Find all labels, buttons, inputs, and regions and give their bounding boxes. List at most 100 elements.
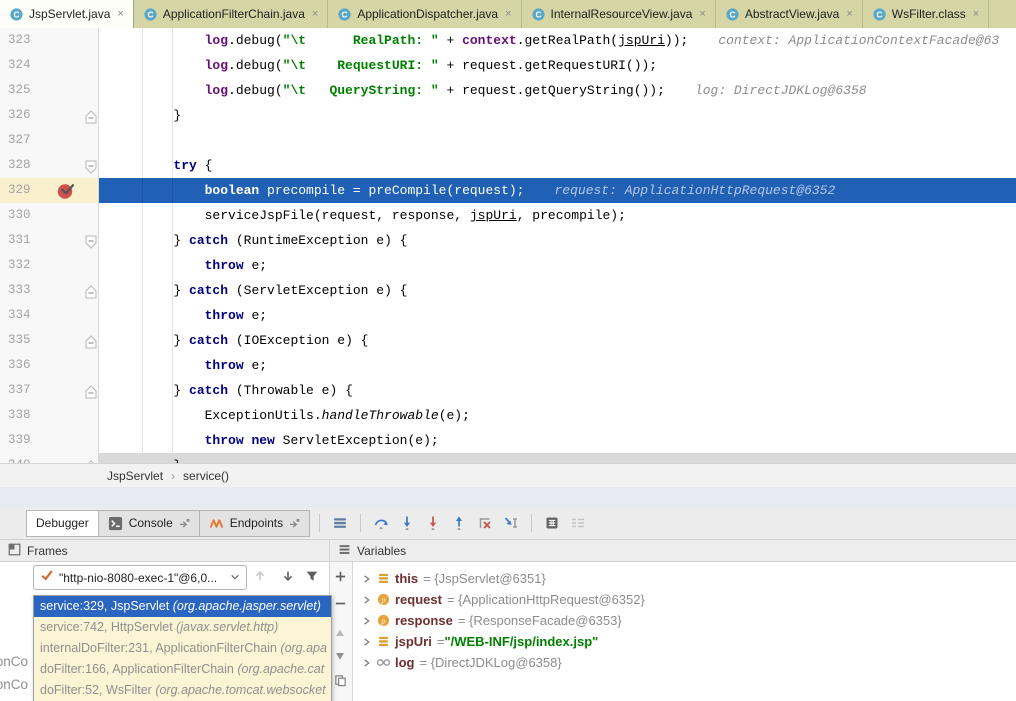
- float-window-icon[interactable]: [179, 518, 190, 529]
- stack-frame-row[interactable]: service:742, HttpServlet (javax.servlet.…: [34, 617, 331, 638]
- step-out-icon[interactable]: [451, 515, 467, 531]
- editor-tab[interactable]: CInternalResourceView.java×: [522, 0, 716, 28]
- line-number: 324: [8, 53, 31, 78]
- tree-chevron-icon[interactable]: [358, 637, 374, 647]
- variable-row[interactable]: this= {JspServlet@6351}: [354, 568, 1016, 589]
- code-line: 336 throw e;: [0, 353, 1016, 378]
- evaluate-expression-icon[interactable]: [544, 515, 560, 531]
- svg-text:C: C: [876, 9, 882, 19]
- parameter-icon: p: [374, 614, 392, 627]
- step-into-icon[interactable]: [399, 515, 415, 531]
- add-watch-button[interactable]: [334, 570, 348, 584]
- frames-panel-header: Frames: [0, 540, 330, 562]
- editor-tab[interactable]: C WsFilter.class ×: [863, 0, 989, 28]
- debugger-inline-hint: log: DirectJDKLog@6358: [695, 83, 867, 98]
- line-number: 336: [8, 353, 31, 378]
- close-tab-icon[interactable]: ×: [846, 8, 852, 20]
- gutter: 334: [0, 303, 99, 328]
- debug-tab-label: Endpoints: [230, 516, 283, 530]
- close-tab-icon[interactable]: ×: [973, 8, 979, 20]
- code-editor[interactable]: 323 log.debug("\t RealPath: " + context.…: [0, 28, 1016, 463]
- svg-text:p: p: [380, 595, 385, 604]
- field-icon: [374, 635, 392, 648]
- breadcrumb-class[interactable]: JspServlet: [107, 469, 163, 483]
- editor-tab-label: WsFilter.class: [892, 7, 966, 21]
- gutter: 333: [0, 278, 99, 303]
- editor-tab-label: JspServlet.java: [29, 7, 110, 21]
- stack-frame-row[interactable]: service:329, JspServlet (org.apache.jasp…: [34, 596, 331, 617]
- remove-watch-button[interactable]: [334, 597, 348, 611]
- force-step-into-icon[interactable]: [425, 515, 441, 531]
- code-lines: 323 log.debug("\t RealPath: " + context.…: [0, 28, 1016, 463]
- close-tab-icon[interactable]: ×: [505, 8, 511, 20]
- line-number: 329: [8, 178, 31, 203]
- run-to-cursor-icon[interactable]: [503, 515, 519, 531]
- tree-chevron-icon[interactable]: [358, 595, 374, 605]
- code-line: 337 } catch (Throwable e) {: [0, 378, 1016, 403]
- debug-panel-body: "http-nio-8080-exec-1"@6,0... service:32…: [0, 562, 1016, 701]
- code-text: } catch (Throwable e) {: [99, 378, 1016, 403]
- oo-icon: [374, 657, 392, 668]
- console-icon: [108, 516, 123, 531]
- gutter: 330: [0, 203, 99, 228]
- duplicate-watch-button[interactable]: [334, 674, 348, 688]
- gutter: 338: [0, 403, 99, 428]
- editor-tab-label: ApplicationDispatcher.java: [357, 7, 498, 21]
- code-line: 328 try {: [0, 153, 1016, 178]
- restore-layout-icon[interactable]: [570, 515, 586, 531]
- tree-chevron-icon[interactable]: [358, 574, 374, 584]
- code-text: throw e;: [99, 303, 1016, 328]
- class-icon: C: [531, 7, 546, 22]
- frame-up-button[interactable]: [253, 569, 269, 585]
- code-line: 334 throw e;: [0, 303, 1016, 328]
- close-tab-icon[interactable]: ×: [699, 8, 705, 20]
- step-over-icon[interactable]: [373, 515, 389, 531]
- variable-row[interactable]: jspUri= "/WEB-INF/jsp/index.jsp": [354, 631, 1016, 652]
- float-window-icon[interactable]: [289, 518, 300, 529]
- close-tab-icon[interactable]: ×: [312, 8, 318, 20]
- class-icon: C: [872, 7, 887, 22]
- gutter: 324: [0, 53, 99, 78]
- editor-tab[interactable]: CApplicationDispatcher.java×: [328, 0, 521, 28]
- separator: [360, 514, 361, 532]
- stack-frame-row[interactable]: internalDoFilter:231, ApplicationFilterC…: [34, 638, 331, 659]
- line-number: 335: [8, 328, 31, 353]
- editor-tab[interactable]: CJspServlet.java×: [0, 0, 134, 28]
- code-text: } catch (RuntimeException e) {: [99, 228, 1016, 253]
- editor-tab[interactable]: CAbstractView.java×: [716, 0, 863, 28]
- variable-row[interactable]: presponse= {ResponseFacade@6353}: [354, 610, 1016, 631]
- splitter[interactable]: [0, 487, 1016, 508]
- stack-frame-row[interactable]: doFilter:52, WsFilter (org.apache.tomcat…: [34, 680, 331, 701]
- drop-frame-icon[interactable]: [477, 515, 493, 531]
- tree-chevron-icon[interactable]: [358, 616, 374, 626]
- editor-tab-label: AbstractView.java: [745, 7, 840, 21]
- tree-chevron-icon[interactable]: [358, 658, 374, 668]
- gutter: 340: [0, 453, 99, 463]
- line-number: 328: [8, 153, 31, 178]
- line-number: 325: [8, 78, 31, 103]
- close-tab-icon[interactable]: ×: [117, 8, 123, 20]
- debugger-inline-hint: context: ApplicationContextFacade@63: [718, 33, 999, 48]
- clipped-text: ConCo: [0, 677, 28, 692]
- filter-frames-button[interactable]: [305, 569, 321, 585]
- thread-selector-value: "http-nio-8080-exec-1"@6,0...: [59, 571, 225, 585]
- stack-frame-row[interactable]: doFilter:166, ApplicationFilterChain (or…: [34, 659, 331, 680]
- move-watch-down-button[interactable]: [334, 649, 348, 663]
- editor-tab[interactable]: CApplicationFilterChain.java×: [134, 0, 329, 28]
- variable-row[interactable]: prequest= {ApplicationHttpRequest@6352}: [354, 589, 1016, 610]
- debug-tab-console[interactable]: Console: [98, 510, 200, 537]
- variable-row[interactable]: log= {DirectJDKLog@6358}: [354, 652, 1016, 673]
- code-text: } catch (ServletException e) {: [99, 278, 1016, 303]
- breadcrumb-method[interactable]: service(): [183, 469, 229, 483]
- debug-tab-debugger[interactable]: Debugger: [26, 510, 99, 537]
- code-text: throw new ServletException(e);: [99, 428, 1016, 453]
- debug-tab-endpoints[interactable]: Endpoints: [199, 510, 310, 537]
- variables-panel-header: Variables: [330, 540, 1016, 562]
- thread-selector[interactable]: "http-nio-8080-exec-1"@6,0...: [33, 565, 247, 590]
- frame-text: service:742, HttpServlet: [40, 620, 176, 634]
- gutter: 335: [0, 328, 99, 353]
- frame-down-button[interactable]: [281, 569, 297, 585]
- move-watch-up-button[interactable]: [334, 626, 348, 640]
- variable-value: = {ResponseFacade@6353}: [458, 613, 622, 628]
- menu-icon[interactable]: [332, 515, 348, 531]
